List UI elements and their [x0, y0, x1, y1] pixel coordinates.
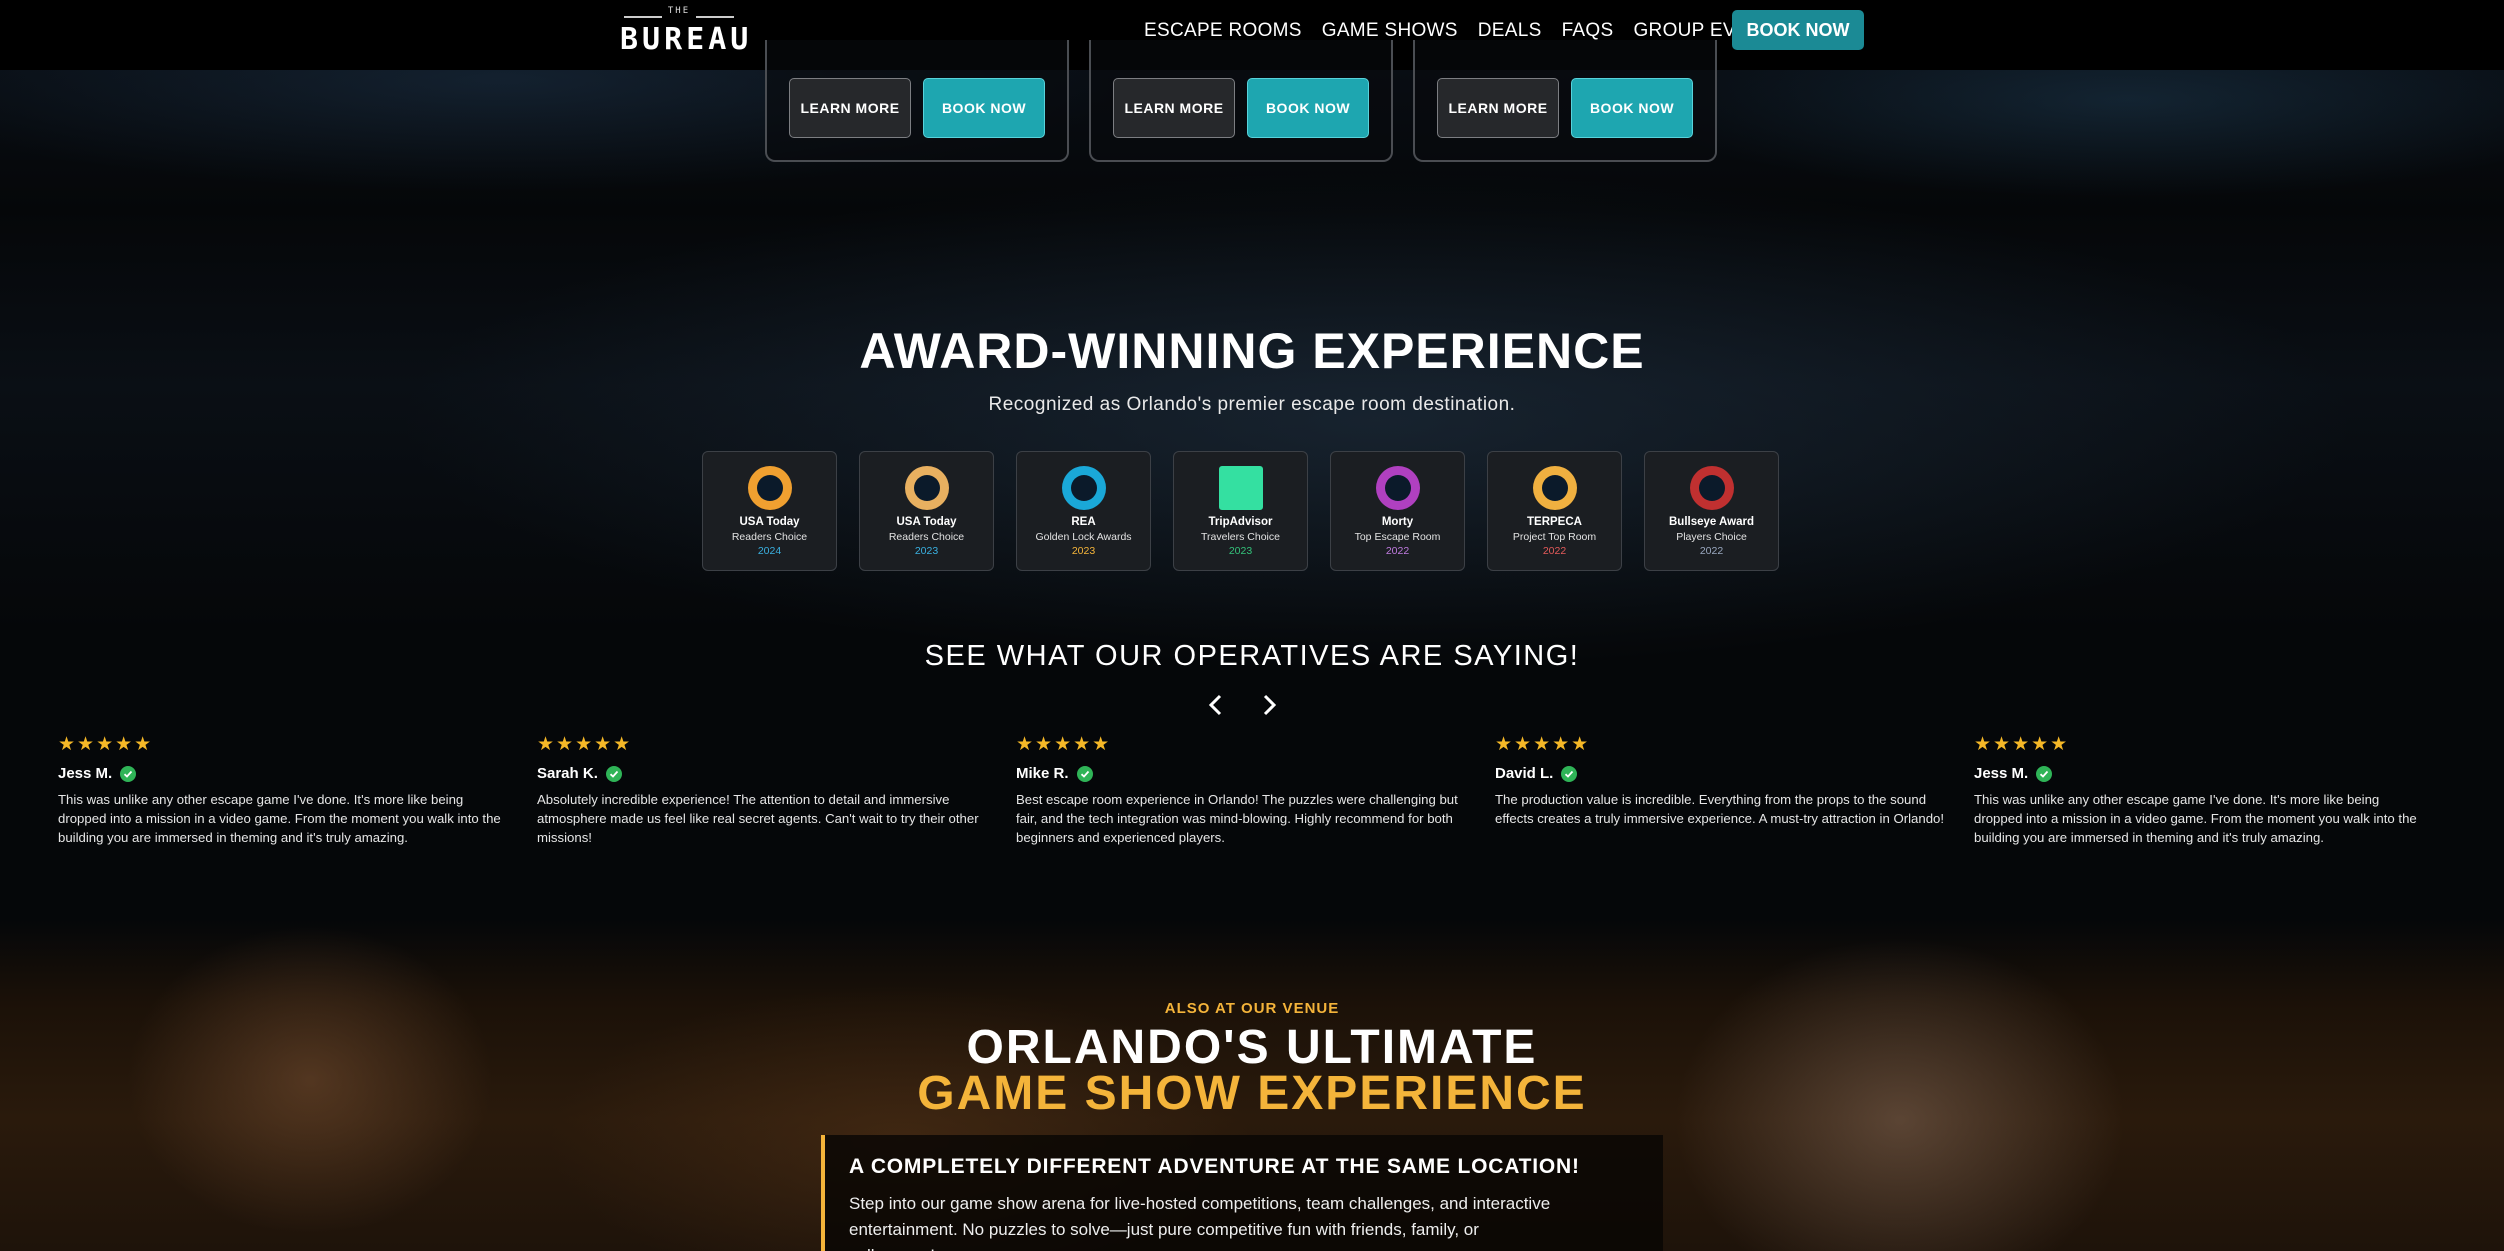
tripadvisor-badge-icon	[1219, 466, 1263, 510]
verified-check-icon	[605, 765, 622, 782]
bureau-logo[interactable]: THE BUREAU	[620, 6, 753, 58]
book-now-button[interactable]: BOOK NOW	[1571, 78, 1693, 138]
awards-heading: AWARD-WINNING EXPERIENCE	[859, 323, 1645, 379]
award-year: 2023	[1228, 545, 1253, 557]
learn-more-button[interactable]: LEARN MORE	[1113, 78, 1235, 138]
terpeca-badge-icon	[1533, 466, 1577, 510]
nav-book-now-button[interactable]: BOOK NOW	[1732, 10, 1864, 50]
star-rating-icon: ★★★★★	[1016, 734, 1112, 755]
reviewer-name: Mike R.	[1016, 765, 1069, 782]
reviewer-name-row: Sarah K.	[537, 765, 992, 782]
award-card: Morty Top Escape Room 2022	[1330, 451, 1465, 571]
carousel-prev-arrow-icon[interactable]	[1201, 690, 1231, 720]
verified-check-icon	[120, 765, 137, 782]
award-card: TripAdvisor Travelers Choice 2023	[1173, 451, 1308, 571]
review-text: This was unlike any other escape game I'…	[58, 792, 501, 845]
learn-more-button[interactable]: LEARN MORE	[789, 78, 911, 138]
learn-more-button[interactable]: LEARN MORE	[1437, 78, 1559, 138]
logo-decor-line	[696, 16, 734, 18]
award-year: 2022	[1385, 545, 1410, 557]
review-card: ★★★★★ David L. The production value is inc…	[1495, 733, 1950, 828]
reviewer-name-row: Mike R.	[1016, 765, 1471, 782]
award-category: Readers Choice	[888, 531, 965, 543]
reviewer-name-row: David L.	[1495, 765, 1950, 782]
star-rating-icon: ★★★★★	[537, 734, 633, 755]
review-card: ★★★★★ Sarah K. Absolutely incredible exper…	[537, 733, 992, 847]
logo-main-text: BUREAU	[620, 22, 753, 57]
nav-link-deals[interactable]: DEALS	[1478, 20, 1542, 42]
rea-badge-icon	[1062, 466, 1106, 510]
verified-check-icon	[1076, 765, 1093, 782]
award-category: Project Top Room	[1512, 531, 1597, 543]
logo-top-text: THE	[667, 6, 691, 16]
review-card: ★★★★★ Jess M. This was unlike any other es…	[1974, 733, 2429, 847]
review-text: The production value is incredible. Ever…	[1495, 792, 1945, 826]
game-show-info-box: A COMPLETELY DIFFERENT ADVENTURE AT THE …	[821, 1135, 1663, 1251]
award-name: Morty	[1381, 516, 1414, 528]
room-card: LEARN MORE BOOK NOW	[1413, 40, 1717, 162]
award-card: USA Today Readers Choice 2024	[702, 451, 837, 571]
verified-check-icon	[1561, 765, 1578, 782]
morty-badge-icon	[1376, 466, 1420, 510]
review-card: ★★★★★ Mike R. Best escape room experience …	[1016, 733, 1471, 847]
review-text: Absolutely incredible experience! The at…	[537, 792, 979, 845]
bullseye-badge-icon	[1690, 466, 1734, 510]
award-year: 2022	[1699, 545, 1724, 557]
room-card: LEARN MORE BOOK NOW	[765, 40, 1069, 162]
also-at-venue-label: ALSO AT OUR VENUE	[1164, 1000, 1340, 1017]
awards-subheading: Recognized as Orlando's premier escape r…	[988, 394, 1516, 415]
reviewer-name-row: Jess M.	[1974, 765, 2429, 782]
award-year: 2023	[914, 545, 939, 557]
award-category: Golden Lock Awards	[1035, 531, 1132, 543]
award-category: Players Choice	[1676, 531, 1747, 543]
nav-link-escape-rooms[interactable]: ESCAPE ROOMS	[1144, 20, 1302, 42]
game-show-title-line2: GAME SHOW EXPERIENCE	[917, 1067, 1587, 1120]
award-year: 2022	[1542, 545, 1567, 557]
award-category: Travelers Choice	[1201, 531, 1280, 543]
usa-today-badge-icon	[905, 466, 949, 510]
room-card: LEARN MORE BOOK NOW	[1089, 40, 1393, 162]
nav-link-faqs[interactable]: FAQS	[1562, 20, 1614, 42]
nav-link-game-shows[interactable]: GAME SHOWS	[1322, 20, 1458, 42]
reviewer-name: David L.	[1495, 765, 1554, 782]
award-name: REA	[1071, 516, 1096, 528]
award-name: USA Today	[739, 516, 800, 528]
verified-check-icon	[2036, 765, 2053, 782]
reviewer-name: Jess M.	[1974, 765, 2029, 782]
award-category: Top Escape Room	[1354, 531, 1441, 543]
reviewer-name-row: Jess M.	[58, 765, 513, 782]
review-text: This was unlike any other escape game I'…	[1974, 792, 2417, 845]
award-card: Bullseye Award Players Choice 2022	[1644, 451, 1779, 571]
award-name: TripAdvisor	[1208, 516, 1273, 528]
awards-row: USA Today Readers Choice 2024 USA Today Read…	[702, 451, 1779, 571]
award-card: REA Golden Lock Awards 2023	[1016, 451, 1151, 571]
star-rating-icon: ★★★★★	[58, 734, 154, 755]
award-card: TERPECA Project Top Room 2022	[1487, 451, 1622, 571]
award-category: Readers Choice	[731, 531, 808, 543]
usa-today-badge-icon	[748, 466, 792, 510]
star-rating-icon: ★★★★★	[1495, 734, 1591, 755]
book-now-button[interactable]: BOOK NOW	[923, 78, 1045, 138]
reviewer-name: Jess M.	[58, 765, 113, 782]
award-year: 2024	[757, 545, 782, 557]
star-rating-icon: ★★★★★	[1974, 734, 2070, 755]
reviewer-name: Sarah K.	[537, 765, 598, 782]
award-name: Bullseye Award	[1668, 516, 1754, 528]
award-year: 2023	[1071, 545, 1096, 557]
game-show-box-heading: A COMPLETELY DIFFERENT ADVENTURE AT THE …	[849, 1155, 1580, 1178]
award-name: USA Today	[896, 516, 957, 528]
logo-decor-line	[624, 16, 662, 18]
award-name: TERPECA	[1527, 516, 1582, 528]
review-card: ★★★★★ Jess M. This was unlike any other es…	[58, 733, 513, 847]
award-card: USA Today Readers Choice 2023	[859, 451, 994, 571]
book-now-button[interactable]: BOOK NOW	[1247, 78, 1369, 138]
reviews-heading: SEE WHAT OUR OPERATIVES ARE SAYING!	[924, 640, 1580, 672]
review-text: Best escape room experience in Orlando! …	[1016, 792, 1458, 845]
game-show-box-text: Step into our game show arena for live-h…	[849, 1194, 1551, 1251]
carousel-next-arrow-icon[interactable]	[1254, 690, 1284, 720]
